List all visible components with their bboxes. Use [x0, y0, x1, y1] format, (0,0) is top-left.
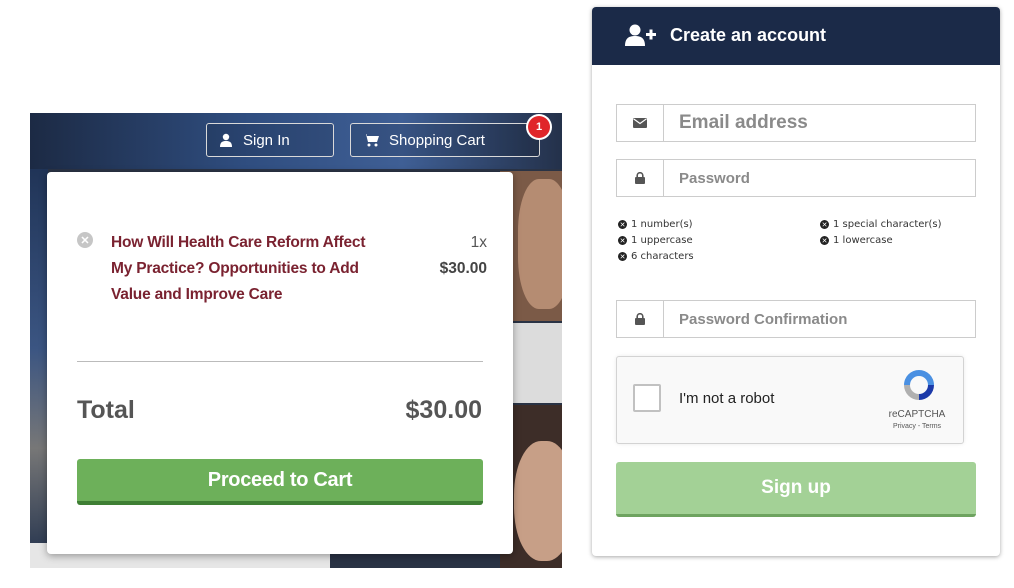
rule-item: ✕ 1 lowercase — [820, 235, 893, 246]
remove-icon[interactable]: ✕ — [77, 232, 93, 248]
proceed-to-cart-button[interactable]: Proceed to Cart — [77, 459, 483, 505]
rule-text: 6 characters — [631, 251, 694, 262]
rule-x-icon: ✕ — [820, 236, 829, 245]
sign-in-button[interactable]: Sign In — [206, 123, 334, 157]
email-field — [616, 104, 976, 142]
cart-item-title[interactable]: How Will Health Care Reform Affect My Pr… — [111, 230, 381, 308]
envelope-icon — [633, 118, 647, 128]
user-icon — [220, 133, 232, 147]
create-account-card: Create an account ✕ 1 number(s) ✕ 1 spec… — [592, 7, 1000, 556]
rule-x-icon: ✕ — [618, 220, 627, 229]
cart-icon — [363, 134, 379, 147]
rule-item: ✕ 1 special character(s) — [820, 219, 942, 230]
recaptcha-logo-icon — [904, 370, 934, 400]
rule-text: 1 number(s) — [631, 219, 693, 230]
rule-item: ✕ 1 number(s) — [618, 219, 693, 230]
shopping-cart-label: Shopping Cart — [389, 131, 485, 149]
email-addon — [617, 105, 664, 141]
rule-x-icon: ✕ — [618, 236, 627, 245]
recaptcha-links[interactable]: Privacy - Terms — [879, 423, 955, 430]
total-value: $30.00 — [405, 396, 482, 424]
sign-up-button[interactable]: Sign up — [616, 462, 976, 517]
total-label: Total — [77, 396, 135, 424]
password-field — [616, 159, 976, 197]
password-addon — [617, 160, 664, 196]
card-header: Create an account — [592, 7, 1000, 63]
cart-item-quantity: 1x — [470, 234, 487, 251]
cart-dropdown: ✕ How Will Health Care Reform Affect My … — [47, 172, 513, 554]
sign-in-label: Sign In — [243, 131, 290, 149]
card-title: Create an account — [670, 24, 827, 45]
lock-icon — [635, 313, 645, 325]
cart-count-badge: 1 — [528, 116, 550, 138]
recaptcha-label: I'm not a robot — [679, 390, 775, 407]
rule-text: 1 uppercase — [631, 235, 693, 246]
add-user-icon — [625, 24, 656, 46]
lock-icon — [635, 172, 645, 184]
rule-text: 1 lowercase — [833, 235, 893, 246]
recaptcha-brand: reCAPTCHA — [888, 409, 946, 420]
cart-divider — [77, 361, 483, 362]
password-confirmation-input[interactable] — [664, 301, 975, 337]
rule-text: 1 special character(s) — [833, 219, 942, 230]
rule-x-icon: ✕ — [618, 252, 627, 261]
background-photo-strip — [30, 169, 48, 568]
rule-item: ✕ 6 characters — [618, 251, 694, 262]
email-input[interactable] — [664, 105, 975, 141]
shopping-cart-button[interactable]: Shopping Cart — [350, 123, 540, 157]
rule-x-icon: ✕ — [820, 220, 829, 229]
password-confirmation-field — [616, 300, 976, 338]
cart-item-price: $30.00 — [439, 260, 487, 277]
header-underline — [592, 63, 1000, 65]
password-input[interactable] — [664, 160, 975, 196]
recaptcha-widget: I'm not a robot reCAPTCHA Privacy - Term… — [616, 356, 964, 444]
recaptcha-checkbox[interactable] — [633, 384, 661, 412]
rule-item: ✕ 1 uppercase — [618, 235, 693, 246]
confirm-addon — [617, 301, 664, 337]
